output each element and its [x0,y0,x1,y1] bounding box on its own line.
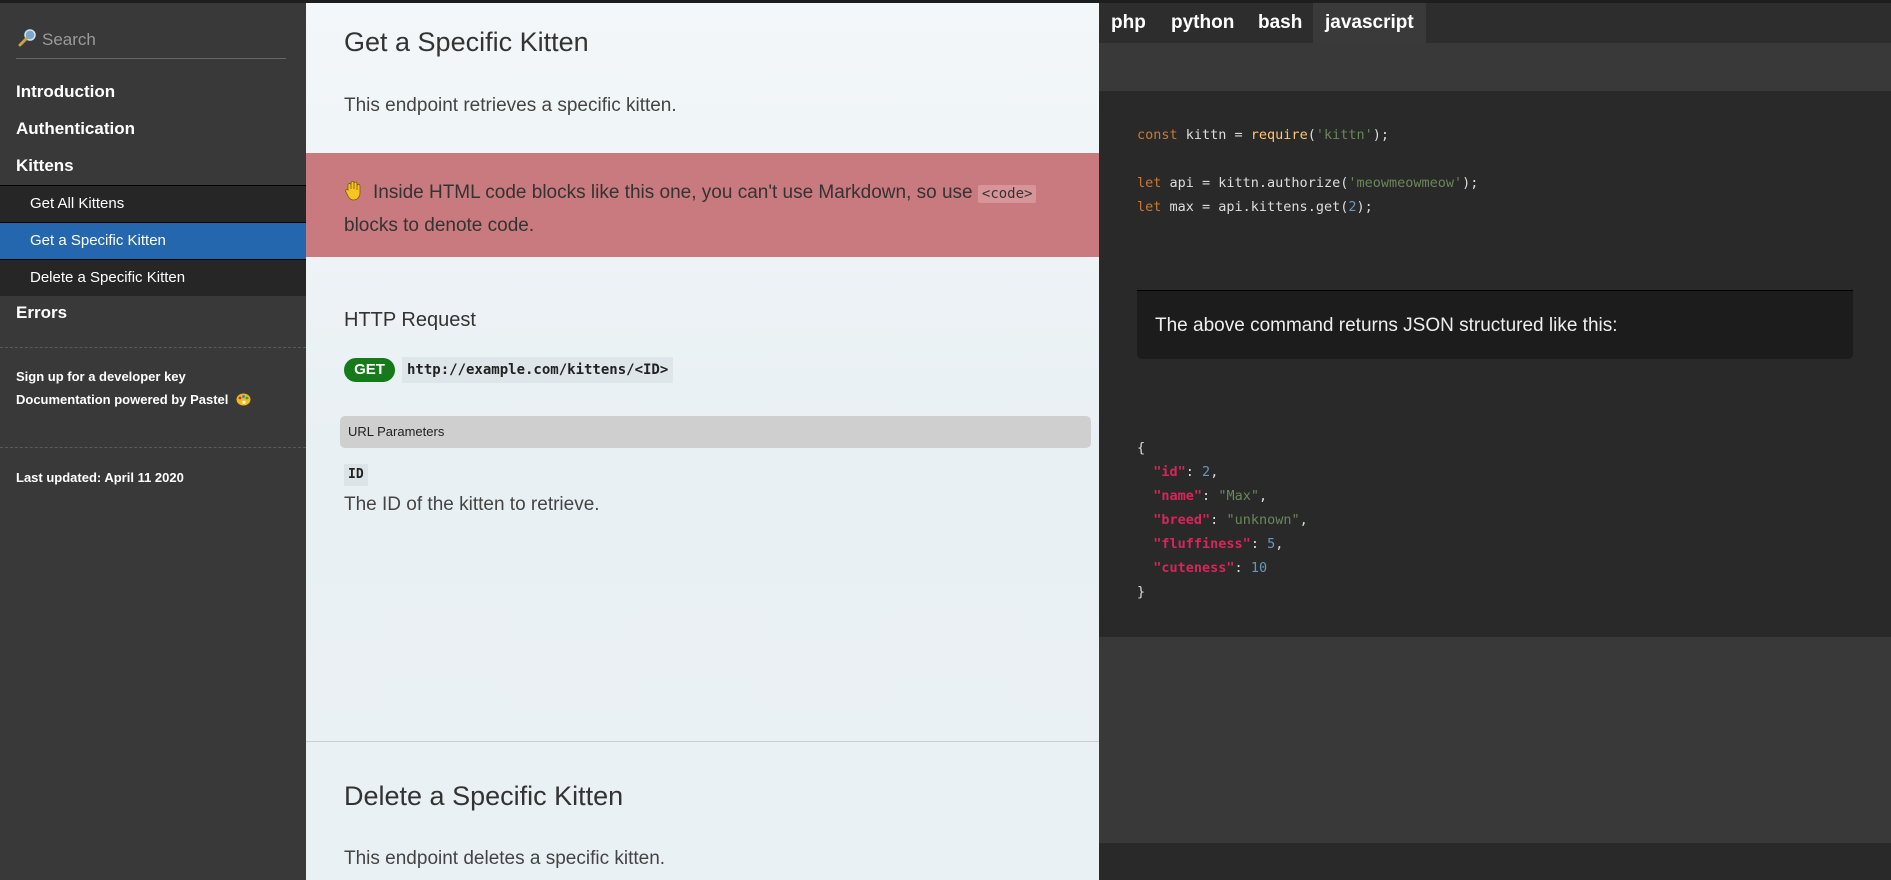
code-token: 'meowmeowmeow' [1348,175,1463,191]
endpoint-description: This endpoint retrieves a specific kitte… [344,95,677,116]
http-request-heading: HTTP Request [344,309,476,331]
sidebar: Introduction Authentication Kittens Get … [0,3,306,880]
search-icon [18,29,36,47]
json-value: 5 [1267,536,1276,552]
code-token: { [1137,440,1146,456]
code-block-javascript: const kittn = require('kittn'); let api … [1137,123,1478,219]
code-token: ); [1356,199,1373,215]
json-value: 10 [1250,560,1268,576]
param-description: The ID of the kitten to retrieve. [344,494,600,515]
url-parameters-header: URL Parameters [340,416,1091,448]
next-section-title: Delete a Specific Kitten [344,781,624,811]
code-token: 'kittn' [1315,127,1373,143]
json-key: "id" [1153,464,1186,480]
json-value: "Max" [1218,488,1259,504]
next-code-block [1099,843,1891,880]
tab-javascript[interactable]: javascript [1313,3,1426,43]
toc-item-errors[interactable]: Errors [16,303,67,323]
endpoint-url: http://example.com/kittens/<ID> [402,357,674,383]
code-token: } [1137,584,1146,600]
language-tabs: php python bash javascript [1099,3,1891,43]
code-token: let [1137,199,1162,215]
tab-bash[interactable]: bash [1246,3,1314,43]
json-value: "unknown" [1226,512,1300,528]
warning-aside: Inside HTML code blocks like this one, y… [306,153,1099,257]
json-value: 2 [1202,464,1211,480]
warning-text-before: Inside HTML code blocks like this one, y… [373,182,978,203]
powered-by-link[interactable]: Documentation powered by Pastel [16,392,251,407]
palette-icon [236,393,251,406]
code-token: kittn = [1177,127,1251,143]
signup-link[interactable]: Sign up for a developer key [16,369,186,384]
section-divider [306,741,1099,742]
toc-subitem-get-all-kittens[interactable]: Get All Kittens [0,185,306,222]
code-token: ); [1462,175,1479,191]
tab-php[interactable]: php [1099,3,1158,43]
toc-item-authentication[interactable]: Authentication [16,119,135,139]
code-token: ); [1372,127,1390,143]
toc-item-introduction[interactable]: Introduction [16,82,115,102]
sidebar-divider [0,347,306,348]
code-token: let [1137,175,1162,191]
json-key: "cuteness" [1153,560,1235,576]
code-token: max = api.kittens.get( [1161,199,1349,215]
code-token: api = kittn.authorize( [1161,175,1349,191]
http-method-badge: GET [344,358,395,382]
toc-item-kittens[interactable]: Kittens [16,156,74,176]
json-response-note: The above command returns JSON structure… [1137,290,1853,359]
code-token: const [1137,127,1178,143]
tab-python[interactable]: python [1159,3,1246,43]
json-key: "name" [1153,488,1203,504]
code-block-container: const kittn = require('kittn'); let api … [1099,91,1891,637]
warning-text-after: blocks to denote code. [344,215,535,236]
sidebar-divider-2 [0,447,306,448]
param-name: ID [344,464,368,486]
toc-subitem-get-specific-kitten[interactable]: Get a Specific Kitten [0,222,306,259]
last-updated: Last updated: April 11 2020 [16,470,184,485]
code-token: ( [1307,127,1316,143]
code-token: require [1250,127,1308,143]
code-block-json: { "id": 2, "name": "Max", "breed": "unkn… [1137,440,1308,600]
raised-hand-icon [345,181,361,201]
search-input[interactable] [42,27,282,53]
json-key: "fluffiness" [1153,536,1251,552]
page-title: Get a Specific Kitten [344,27,589,57]
toc-subitem-delete-specific-kitten[interactable]: Delete a Specific Kitten [0,259,306,296]
search-box [16,23,286,59]
main-content: Get a Specific Kitten This endpoint retr… [306,3,1099,880]
json-key: "breed" [1153,512,1211,528]
powered-by-label: Documentation powered by Pastel [16,392,229,407]
inline-code: <code> [977,185,1037,203]
next-section-description: This endpoint deletes a specific kitten. [344,848,666,869]
code-panel: php python bash javascript const kittn =… [1099,3,1891,880]
